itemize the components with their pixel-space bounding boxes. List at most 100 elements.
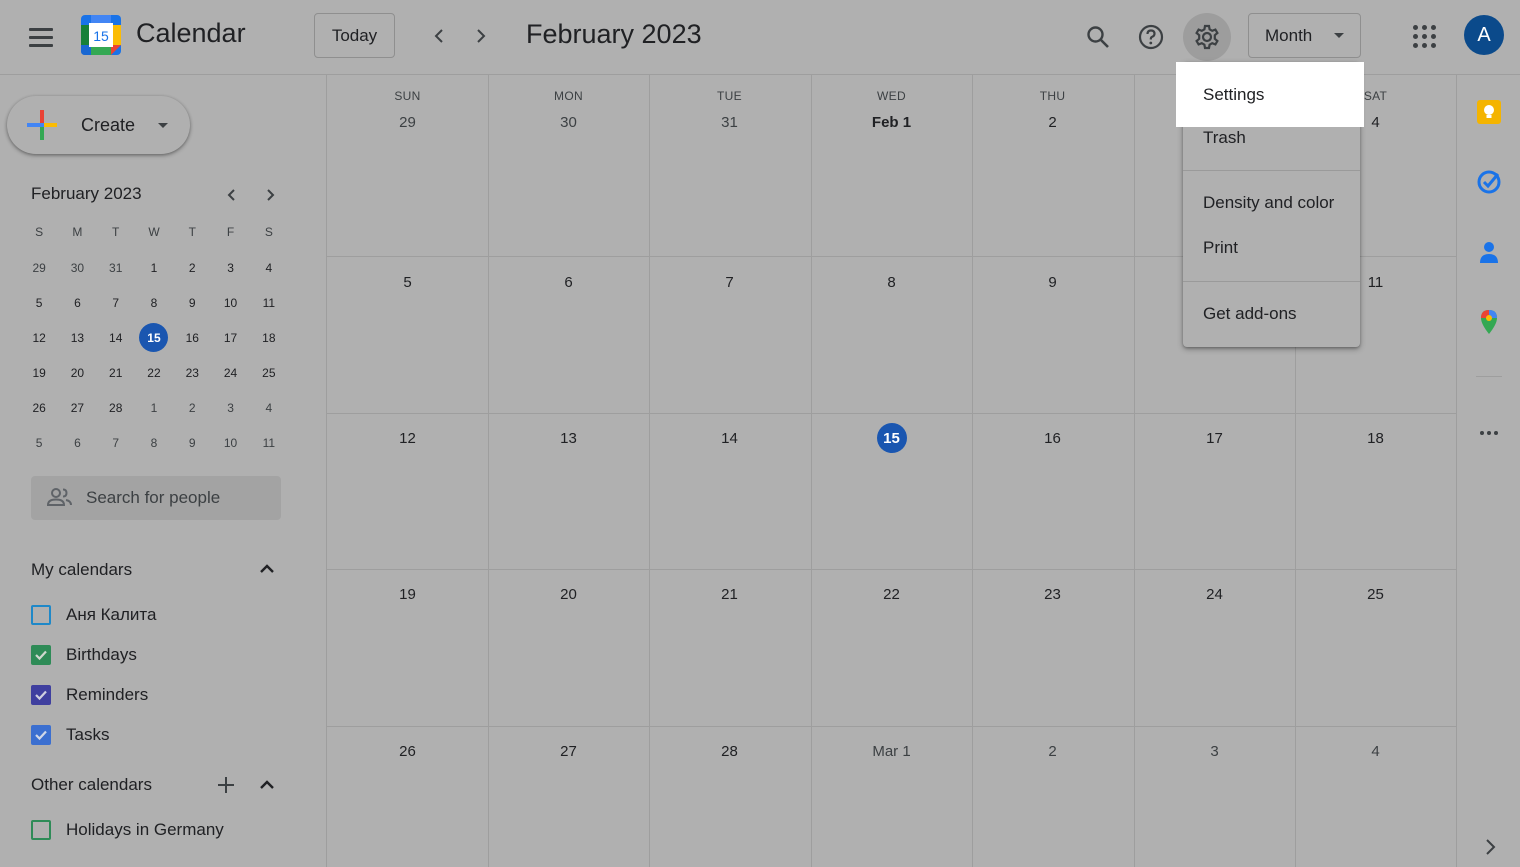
previous-period-button[interactable] xyxy=(422,18,458,54)
date-number[interactable]: 30 xyxy=(554,107,584,137)
date-number[interactable]: 2 xyxy=(1038,736,1068,766)
mini-day[interactable]: 10 xyxy=(211,285,249,320)
day-cell[interactable]: 12 xyxy=(327,419,488,453)
keep-icon[interactable] xyxy=(1476,99,1502,125)
day-cell[interactable]: 21 xyxy=(649,575,810,609)
other-calendars-collapse-button[interactable] xyxy=(253,771,281,799)
date-number[interactable]: 16 xyxy=(1038,423,1068,453)
date-number[interactable]: 4 xyxy=(1361,107,1391,137)
mini-day[interactable]: 29 xyxy=(20,250,58,285)
mini-day[interactable]: 10 xyxy=(211,425,249,460)
more-options-button[interactable] xyxy=(1474,423,1504,443)
mini-day[interactable]: 21 xyxy=(97,355,135,390)
mini-day[interactable]: 3 xyxy=(211,390,249,425)
mini-day[interactable]: 2 xyxy=(173,390,211,425)
mini-day[interactable]: 9 xyxy=(173,425,211,460)
mini-day[interactable]: 19 xyxy=(20,355,58,390)
date-number[interactable]: 7 xyxy=(715,267,745,297)
tasks-icon[interactable] xyxy=(1476,169,1502,195)
main-menu-button[interactable] xyxy=(22,18,60,56)
calendar-item-birthdays[interactable]: Birthdays xyxy=(31,643,137,667)
mini-day[interactable]: 6 xyxy=(58,285,96,320)
mini-day[interactable]: 7 xyxy=(97,425,135,460)
date-number[interactable]: 17 xyxy=(1200,423,1230,453)
date-number[interactable]: 27 xyxy=(554,736,584,766)
day-cell-today[interactable]: 15 xyxy=(811,419,972,453)
date-number[interactable]: 6 xyxy=(554,267,584,297)
day-cell[interactable]: 8 xyxy=(811,263,972,297)
day-cell[interactable]: 24 xyxy=(1134,575,1295,609)
day-cell[interactable]: 4 xyxy=(1295,732,1456,766)
calendar-item-tasks[interactable]: Tasks xyxy=(31,723,109,747)
mini-day-today[interactable]: 15 xyxy=(135,320,173,355)
day-cell[interactable]: SUN 29 xyxy=(327,75,488,137)
day-cell[interactable]: 16 xyxy=(972,419,1133,453)
day-cell[interactable]: 26 xyxy=(327,732,488,766)
day-cell[interactable]: 18 xyxy=(1295,419,1456,453)
mini-calendar-previous-button[interactable] xyxy=(218,181,246,209)
mini-day[interactable]: 16 xyxy=(173,320,211,355)
mini-day[interactable]: 3 xyxy=(211,250,249,285)
day-cell[interactable]: Mar 1 xyxy=(811,732,972,766)
next-period-button[interactable] xyxy=(462,18,498,54)
day-cell[interactable]: 7 xyxy=(649,263,810,297)
date-number[interactable]: 22 xyxy=(877,579,907,609)
menu-item-get-add-ons[interactable]: Get add-ons xyxy=(1183,292,1360,336)
mini-day[interactable]: 30 xyxy=(58,250,96,285)
google-apps-button[interactable] xyxy=(1400,12,1448,60)
day-cell[interactable]: WED Feb 1 xyxy=(811,75,972,137)
mini-day[interactable]: 1 xyxy=(135,390,173,425)
day-cell[interactable]: 20 xyxy=(488,575,649,609)
date-number[interactable]: 31 xyxy=(715,107,745,137)
checkbox-checked[interactable] xyxy=(31,645,51,665)
settings-menu-button[interactable] xyxy=(1183,13,1231,61)
day-cell[interactable]: 2 xyxy=(972,732,1133,766)
date-number[interactable]: 23 xyxy=(1038,579,1068,609)
date-number[interactable]: 18 xyxy=(1361,423,1391,453)
menu-item-settings[interactable]: Settings xyxy=(1176,62,1364,127)
day-cell[interactable]: 9 xyxy=(972,263,1133,297)
day-cell[interactable]: 25 xyxy=(1295,575,1456,609)
mini-day[interactable]: 7 xyxy=(97,285,135,320)
day-cell[interactable]: 28 xyxy=(649,732,810,766)
date-number[interactable]: Feb 1 xyxy=(868,107,915,137)
day-cell[interactable]: 27 xyxy=(488,732,649,766)
date-number[interactable]: 14 xyxy=(715,423,745,453)
mini-day[interactable]: 8 xyxy=(135,285,173,320)
search-people-field[interactable] xyxy=(31,476,281,520)
my-calendars-title[interactable]: My calendars xyxy=(31,560,132,580)
date-number[interactable]: 4 xyxy=(1361,736,1391,766)
mini-day[interactable]: 5 xyxy=(20,285,58,320)
add-other-calendar-button[interactable] xyxy=(212,771,240,799)
mini-day[interactable]: 5 xyxy=(20,425,58,460)
mini-day[interactable]: 6 xyxy=(58,425,96,460)
mini-day[interactable]: 18 xyxy=(250,320,288,355)
day-cell[interactable]: 22 xyxy=(811,575,972,609)
search-people-input[interactable] xyxy=(86,486,271,510)
mini-day[interactable]: 4 xyxy=(250,250,288,285)
day-cell[interactable]: 13 xyxy=(488,419,649,453)
date-number[interactable]: 2 xyxy=(1038,107,1068,137)
contacts-icon[interactable] xyxy=(1476,239,1502,265)
day-cell[interactable]: THU 2 xyxy=(972,75,1133,137)
create-button[interactable]: Create xyxy=(7,96,190,154)
mini-day[interactable]: 2 xyxy=(173,250,211,285)
date-number[interactable]: 3 xyxy=(1200,736,1230,766)
mini-day[interactable]: 1 xyxy=(135,250,173,285)
view-selector[interactable]: Month xyxy=(1248,13,1361,58)
date-number[interactable]: 13 xyxy=(554,423,584,453)
checkbox-checked[interactable] xyxy=(31,685,51,705)
checkbox-unchecked[interactable] xyxy=(31,605,51,625)
calendar-item-holidays[interactable]: Holidays in Germany xyxy=(31,818,224,842)
mini-day[interactable]: 17 xyxy=(211,320,249,355)
day-cell[interactable]: 19 xyxy=(327,575,488,609)
mini-day[interactable]: 11 xyxy=(250,285,288,320)
account-avatar[interactable]: A xyxy=(1464,15,1504,55)
date-number[interactable]: 12 xyxy=(393,423,423,453)
maps-icon[interactable] xyxy=(1476,309,1502,335)
date-number[interactable]: 19 xyxy=(393,579,423,609)
menu-item-print[interactable]: Print xyxy=(1183,226,1360,270)
mini-calendar-next-button[interactable] xyxy=(256,181,284,209)
mini-day[interactable]: 13 xyxy=(58,320,96,355)
day-cell[interactable]: 5 xyxy=(327,263,488,297)
